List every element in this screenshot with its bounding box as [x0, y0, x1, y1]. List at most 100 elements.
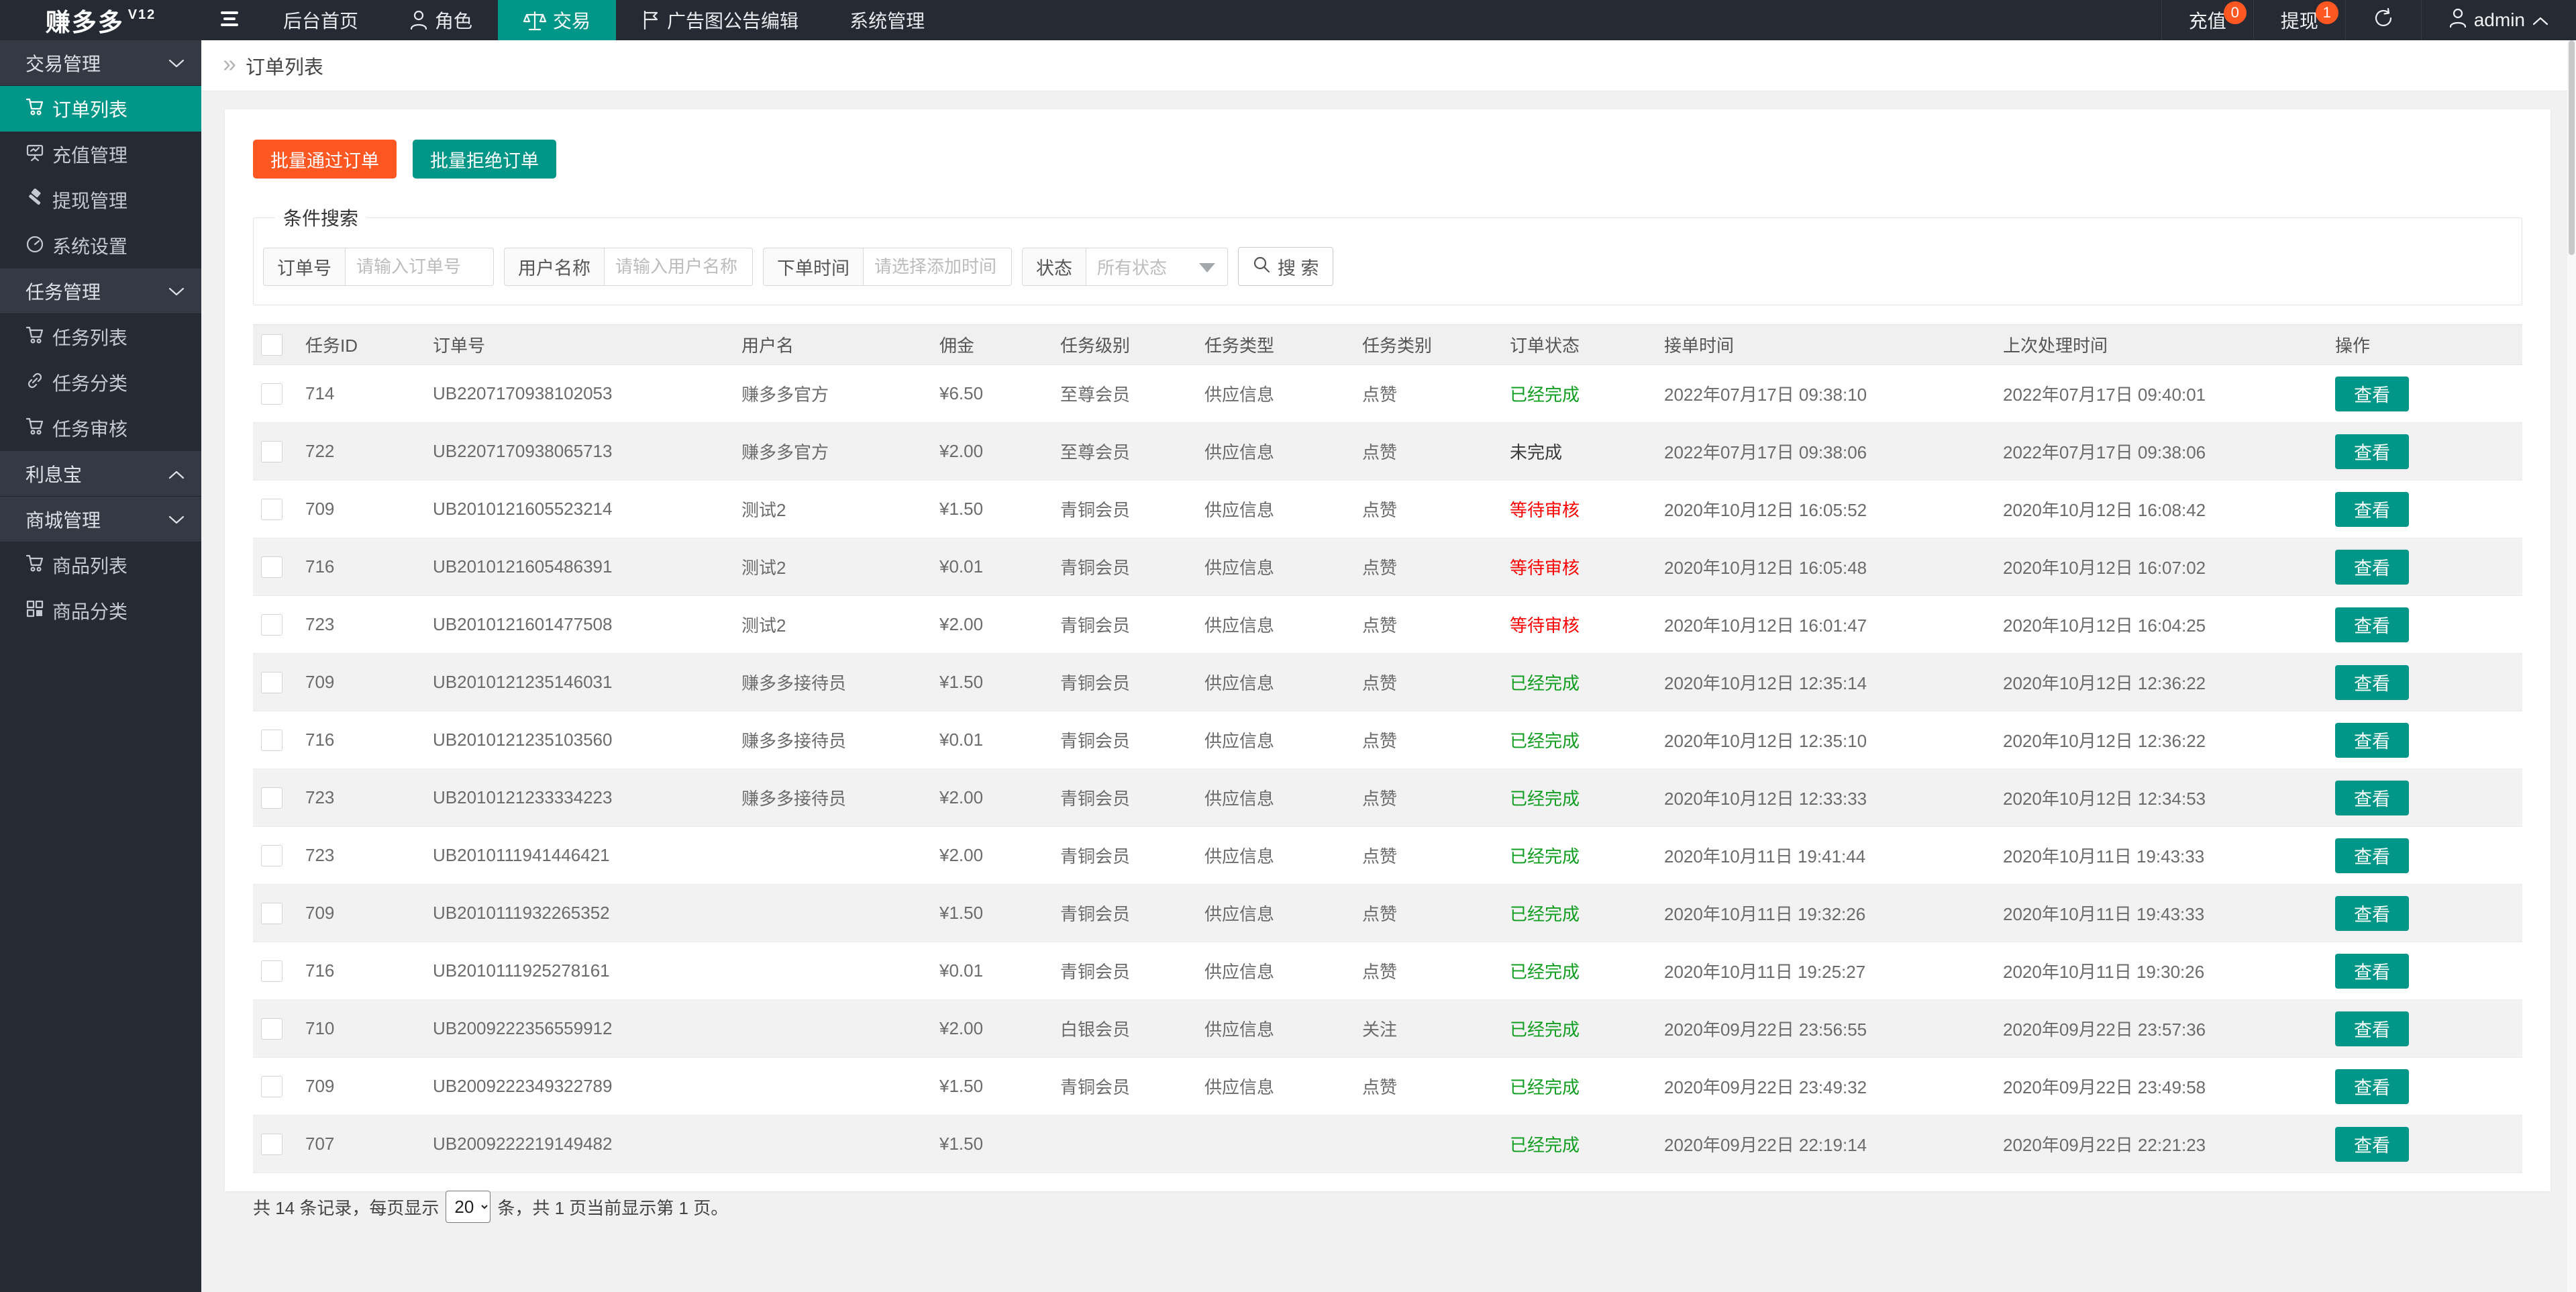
- cell-user: [733, 827, 931, 885]
- cell-category: 点赞: [1354, 365, 1502, 423]
- view-button[interactable]: 查看: [2335, 434, 2409, 469]
- cell-accept-time: 2020年10月11日 19:25:27: [1656, 942, 1995, 1000]
- scrollbar-thumb[interactable]: [2569, 40, 2575, 255]
- status-select[interactable]: 所有状态: [1086, 248, 1228, 286]
- row-checkbox[interactable]: [261, 845, 282, 866]
- cell-category: 关注: [1354, 1000, 1502, 1058]
- sidebar-group-interest[interactable]: 利息宝: [0, 451, 201, 497]
- cell-order-no: UB2207170938065713: [425, 423, 733, 481]
- sidebar-item-task-review[interactable]: 任务审核: [0, 405, 201, 451]
- view-button[interactable]: 查看: [2335, 954, 2409, 989]
- view-button[interactable]: 查看: [2335, 550, 2409, 585]
- sidebar-item-withdraw-mgmt[interactable]: 提现管理: [0, 177, 201, 223]
- row-checkbox[interactable]: [261, 1018, 282, 1040]
- row-checkbox[interactable]: [261, 960, 282, 982]
- select-all-checkbox[interactable]: [261, 334, 282, 356]
- gavel-icon: [25, 189, 44, 212]
- view-button[interactable]: 查看: [2335, 492, 2409, 527]
- chevron-up-icon: [2532, 9, 2549, 31]
- page-size-select[interactable]: 20: [446, 1191, 491, 1223]
- sidebar-item-recharge-mgmt[interactable]: 充值管理: [0, 132, 201, 177]
- cell-level: 至尊会员: [1052, 423, 1196, 481]
- user-menu[interactable]: admin: [2421, 0, 2576, 40]
- view-button[interactable]: 查看: [2335, 665, 2409, 700]
- grid-icon: [25, 599, 44, 623]
- table-row: 710 UB2009222356559912 ¥2.00 白银会员 供应信息 关…: [253, 1000, 2522, 1058]
- row-checkbox[interactable]: [261, 672, 282, 693]
- recharge-button[interactable]: 充值 0: [2161, 0, 2253, 40]
- sidebar-group-tasks[interactable]: 任务管理: [0, 268, 201, 314]
- view-button[interactable]: 查看: [2335, 896, 2409, 931]
- col-type: 任务类型: [1196, 325, 1354, 365]
- withdraw-button[interactable]: 提现 1: [2253, 0, 2345, 40]
- cell-type: [1196, 1115, 1354, 1173]
- order-no-input[interactable]: [345, 248, 494, 286]
- cart-icon: [25, 97, 44, 121]
- batch-reject-button[interactable]: 批量拒绝订单: [413, 140, 556, 179]
- row-checkbox[interactable]: [261, 441, 282, 462]
- sidebar-item-product-list[interactable]: 商品列表: [0, 542, 201, 588]
- withdraw-badge: 1: [2316, 1, 2338, 24]
- scrollbar[interactable]: [2567, 40, 2576, 1292]
- row-checkbox[interactable]: [261, 1076, 282, 1097]
- search-button-label: 搜 索: [1278, 254, 1319, 280]
- nav-item-home[interactable]: 后台首页: [258, 0, 384, 40]
- app-version: V12: [128, 7, 156, 23]
- row-checkbox[interactable]: [261, 499, 282, 520]
- cell-category: [1354, 1115, 1502, 1173]
- row-checkbox[interactable]: [261, 787, 282, 809]
- sidebar-item-product-category[interactable]: 商品分类: [0, 588, 201, 634]
- cell-handle-time: 2020年10月11日 19:43:33: [1995, 827, 2327, 885]
- view-button[interactable]: 查看: [2335, 723, 2409, 758]
- cell-task-id: 716: [297, 942, 425, 1000]
- sidebar-toggle-button[interactable]: [201, 0, 258, 40]
- row-checkbox[interactable]: [261, 1134, 282, 1155]
- cell-status: 未完成: [1502, 423, 1656, 481]
- nav-item-banner-editor[interactable]: 广告图公告编辑: [616, 0, 824, 40]
- sidebar-item-task-category[interactable]: 任务分类: [0, 360, 201, 405]
- user-name-field-group: 用户名称: [504, 248, 753, 286]
- view-button[interactable]: 查看: [2335, 1127, 2409, 1162]
- nav-item-trade[interactable]: 交易: [498, 0, 616, 40]
- sidebar-group-trade[interactable]: 交易管理: [0, 40, 201, 86]
- cell-handle-time: 2022年07月17日 09:38:06: [1995, 423, 2327, 481]
- cell-type: 供应信息: [1196, 538, 1354, 596]
- cell-commission: ¥2.00: [931, 423, 1052, 481]
- breadcrumb-caret-icon: »: [223, 52, 236, 76]
- cell-accept-time: 2020年10月12日 16:05:48: [1656, 538, 1995, 596]
- cell-task-id: 709: [297, 1058, 425, 1115]
- view-button[interactable]: 查看: [2335, 1011, 2409, 1046]
- view-button[interactable]: 查看: [2335, 377, 2409, 411]
- order-time-input[interactable]: [863, 248, 1012, 286]
- view-button[interactable]: 查看: [2335, 1069, 2409, 1104]
- sidebar-group-mall[interactable]: 商城管理: [0, 497, 201, 542]
- sidebar-item-system-settings[interactable]: 系统设置: [0, 223, 201, 268]
- batch-approve-button[interactable]: 批量通过订单: [253, 140, 397, 179]
- cell-level: 青铜会员: [1052, 769, 1196, 827]
- select-arrow-icon: [1199, 263, 1215, 272]
- cell-type: 供应信息: [1196, 711, 1354, 769]
- row-checkbox[interactable]: [261, 730, 282, 751]
- row-checkbox[interactable]: [261, 556, 282, 578]
- sidebar: 交易管理 订单列表 充值管理 提现管理 系统设置 任务管理: [0, 40, 201, 1292]
- sidebar-group-label: 交易管理: [25, 50, 101, 77]
- view-button[interactable]: 查看: [2335, 838, 2409, 873]
- user-name-label: 用户名称: [504, 248, 604, 286]
- col-category: 任务类别: [1354, 325, 1502, 365]
- order-no-label: 订单号: [263, 248, 345, 286]
- refresh-button[interactable]: [2345, 0, 2421, 40]
- view-button[interactable]: 查看: [2335, 607, 2409, 642]
- view-button[interactable]: 查看: [2335, 781, 2409, 815]
- user-name-input[interactable]: [604, 248, 753, 286]
- nav-item-roles[interactable]: 角色: [384, 0, 498, 40]
- row-checkbox[interactable]: [261, 903, 282, 924]
- cell-commission: ¥1.50: [931, 885, 1052, 942]
- sidebar-item-order-list[interactable]: 订单列表: [0, 86, 201, 132]
- row-checkbox[interactable]: [261, 383, 282, 405]
- cell-level: 青铜会员: [1052, 538, 1196, 596]
- nav-item-system[interactable]: 系统管理: [824, 0, 950, 40]
- search-button[interactable]: 搜 索: [1238, 247, 1333, 286]
- row-checkbox[interactable]: [261, 614, 282, 636]
- sidebar-item-task-list[interactable]: 任务列表: [0, 314, 201, 360]
- cell-accept-time: 2020年10月12日 12:35:14: [1656, 654, 1995, 711]
